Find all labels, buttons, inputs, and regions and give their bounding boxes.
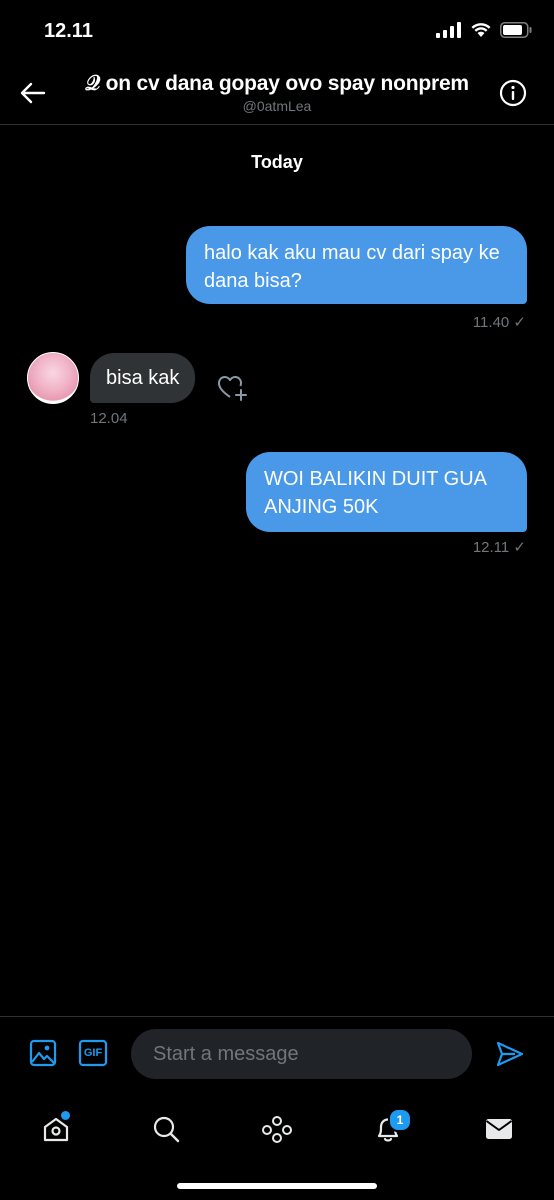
message-timestamp: 12.11 ✓	[472, 539, 526, 556]
notification-badge: 1	[388, 1108, 412, 1132]
send-button[interactable]	[493, 1037, 527, 1071]
status-bar: 12.11	[0, 0, 554, 62]
home-new-indicator	[61, 1111, 70, 1120]
avatar[interactable]	[27, 352, 79, 404]
message-timestamp: 11.40 ✓	[472, 314, 526, 331]
conversation-info-button[interactable]	[498, 78, 528, 108]
wifi-icon	[471, 23, 491, 37]
back-arrow-icon	[20, 82, 46, 104]
conversation-header: 𝒬 on cv dana gopay ovo spay nonprem @0at…	[0, 62, 554, 125]
heart-plus-icon	[218, 376, 247, 401]
search-icon	[153, 1116, 180, 1143]
tab-bar: 1	[0, 1096, 554, 1166]
day-separator: Today	[251, 152, 303, 172]
cellular-signal-icon	[436, 22, 461, 38]
react-button[interactable]	[217, 373, 249, 403]
message-timestamp: 12.04	[90, 410, 128, 427]
message-bubble-outgoing[interactable]: WOI BALIKIN DUIT GUA ANJING 50K	[246, 452, 527, 532]
status-time: 12.11	[44, 20, 93, 42]
conversation-handle: @0atmLea	[242, 98, 312, 114]
back-button[interactable]	[18, 78, 48, 108]
spaces-icon	[262, 1116, 292, 1143]
tab-home[interactable]	[31, 1104, 81, 1154]
send-icon	[496, 1041, 524, 1067]
message-input[interactable]: Start a message	[131, 1029, 472, 1079]
gif-label: GIF	[83, 1047, 103, 1059]
battery-icon	[500, 22, 532, 38]
tab-messages[interactable]	[474, 1104, 524, 1154]
add-gif-button[interactable]: GIF	[77, 1037, 109, 1069]
add-image-button[interactable]	[27, 1037, 59, 1069]
status-icons	[436, 22, 532, 38]
home-indicator	[177, 1183, 377, 1189]
tab-notifications[interactable]: 1	[363, 1104, 413, 1154]
info-icon	[499, 79, 527, 107]
tab-spaces[interactable]	[252, 1104, 302, 1154]
conversation-title: 𝒬 on cv dana gopay ovo spay nonprem	[85, 72, 469, 95]
message-bubble-incoming[interactable]: bisa kak	[90, 353, 196, 403]
message-composer: GIF Start a message	[0, 1016, 554, 1097]
conversation-title-area[interactable]: 𝒬 on cv dana gopay ovo spay nonprem @0at…	[62, 72, 492, 114]
message-bubble-outgoing[interactable]: halo kak aku mau cv dari spay ke dana bi…	[186, 226, 527, 304]
mail-icon	[485, 1119, 513, 1139]
tab-search[interactable]	[141, 1104, 191, 1154]
image-icon	[29, 1039, 57, 1067]
